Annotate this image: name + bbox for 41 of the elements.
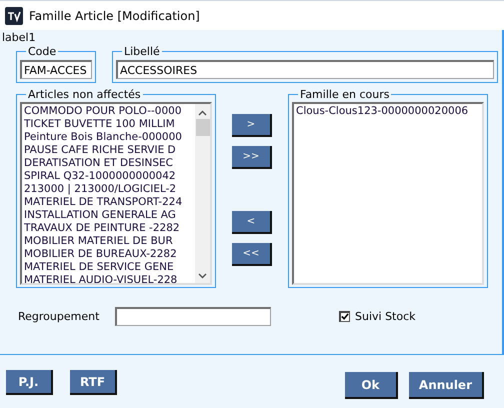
regroupement-field[interactable] — [115, 306, 271, 326]
scrollbar[interactable] — [195, 104, 210, 283]
window-title: Famille Article [Modification] — [29, 8, 200, 22]
list-item[interactable]: 213000 | 213000/LOGICIEL-2 — [24, 183, 193, 196]
list-item[interactable]: MATERIEL AUDIO-VISUEL-228 — [24, 274, 193, 283]
move-button[interactable]: << — [232, 243, 272, 266]
list-item[interactable]: TICKET BUVETTE 100 MILLIM — [24, 118, 193, 131]
group-legend: Code — [26, 45, 58, 58]
list-item[interactable]: MOBILIER DE BUREAUX-2282 — [24, 248, 193, 261]
regroupement-label: Regroupement — [18, 310, 100, 322]
form-label: label1 — [1, 31, 37, 45]
move-button[interactable]: >> — [232, 146, 272, 169]
list-item[interactable]: TRAVAUX DE PEINTURE -2282 — [24, 222, 193, 235]
list-item[interactable]: INSTALLATION GENERALE AG — [24, 209, 193, 222]
scroll-thumb[interactable] — [196, 119, 210, 136]
libelle-field[interactable]: ACCESSOIRES — [116, 60, 494, 79]
scroll-up-icon[interactable] — [198, 110, 207, 116]
list-item[interactable]: SPIRAL Q32-1000000000042 — [24, 170, 193, 183]
move-button[interactable]: > — [232, 114, 272, 137]
app-logo-icon — [5, 6, 23, 24]
move-button[interactable]: < — [232, 211, 272, 234]
suivi-stock-label: Suivi Stock — [355, 310, 416, 322]
code-field[interactable]: FAM-ACCES — [20, 60, 92, 79]
list-item[interactable]: COMMODO POUR POLO--0000 — [24, 105, 193, 118]
action-button[interactable]: RTF — [70, 370, 117, 395]
group-legend: Libellé — [122, 45, 162, 58]
group-legend: Articles non affectés — [26, 88, 143, 101]
famille-list[interactable]: Clous-Clous123-0000000020006 — [292, 102, 484, 285]
list-item[interactable]: MATERIEL DE SERVICE GENE — [24, 261, 193, 274]
suivi-stock-checkbox[interactable] — [339, 310, 350, 322]
list-item[interactable]: MATERIEL DE TRANSPORT-224 — [24, 196, 193, 209]
list-item[interactable]: PAUSE CAFE RICHE SERVIE D — [24, 144, 193, 157]
list-item[interactable]: Clous-Clous123-0000000020006 — [296, 105, 480, 118]
action-button[interactable]: Ok — [344, 372, 398, 399]
list-item[interactable]: Peinture Bois Blanche-000000 — [24, 131, 193, 144]
action-button[interactable]: Annuler — [408, 372, 484, 399]
action-button[interactable]: P.J. — [6, 370, 53, 395]
group-legend: Famille en cours — [298, 88, 392, 101]
scroll-down-icon[interactable] — [198, 273, 207, 279]
list-item[interactable]: MOBILIER MATERIEL DE BUR — [24, 235, 193, 248]
list-item[interactable]: DERATISATION ET DESINSEC — [24, 157, 193, 170]
